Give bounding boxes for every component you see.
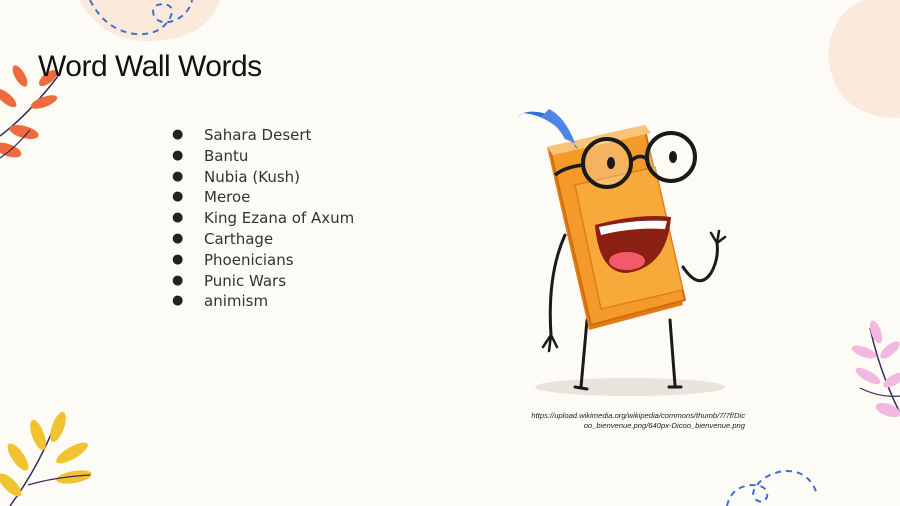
bullet-icon: ● [172,230,184,246]
caption-line: https://upload.wikimedia.org/wikipedia/c… [531,411,745,420]
word-text: Bantu [204,146,249,165]
bullet-icon: ● [172,293,184,309]
word-text: King Ezana of Axum [204,209,355,228]
list-item: ● Nubia (Kush) [172,167,354,188]
list-item: ● King Ezana of Axum [172,208,354,229]
caption-line: oo_bienvenue.png/640px-Dicoo_bienvenue.p… [583,421,745,430]
word-text: Punic Wars [204,271,287,290]
decorative-blob-top [80,0,220,42]
bullet-icon: ● [172,251,184,267]
decorative-dashed-loop [726,470,818,506]
word-text: Meroe [204,188,251,207]
bullet-icon: ● [172,272,184,288]
list-item: ● Sahara Desert [172,125,354,146]
word-text: Nubia (Kush) [204,167,300,186]
pink-leaf-branch-icon [851,320,900,418]
yellow-leaf-branch-icon [0,411,92,506]
list-item: ● Meroe [172,187,354,208]
word-text: Phoenicians [204,250,294,269]
list-item: ● Carthage [172,229,354,250]
list-item: ● Bantu [172,146,354,167]
bullet-icon: ● [172,210,184,226]
book-mascot-image [517,109,727,396]
word-text: Carthage [204,229,274,248]
slide-canvas: Word Wall Words ● Sahara Desert ● Bantu ● N… [0,0,900,506]
list-item: ● Punic Wars [172,271,354,292]
bullet-icon: ● [172,147,184,163]
bullet-icon: ● [172,168,184,184]
bullet-icon: ● [172,189,184,205]
image-source-caption: https://upload.wikimedia.org/wikipedia/c… [505,411,745,431]
decorative-blob-top-right [828,0,900,118]
list-item: ● Phoenicians [172,250,354,271]
word-text: Sahara Desert [204,126,312,144]
word-list: ● Sahara Desert ● Bantu ● Nubia (Kush) ● Mer… [172,125,354,312]
slide-title: Word Wall Words [38,50,262,83]
bullet-icon: ● [172,127,184,142]
list-item: ● animism [172,291,354,312]
word-text: animism [204,292,269,311]
